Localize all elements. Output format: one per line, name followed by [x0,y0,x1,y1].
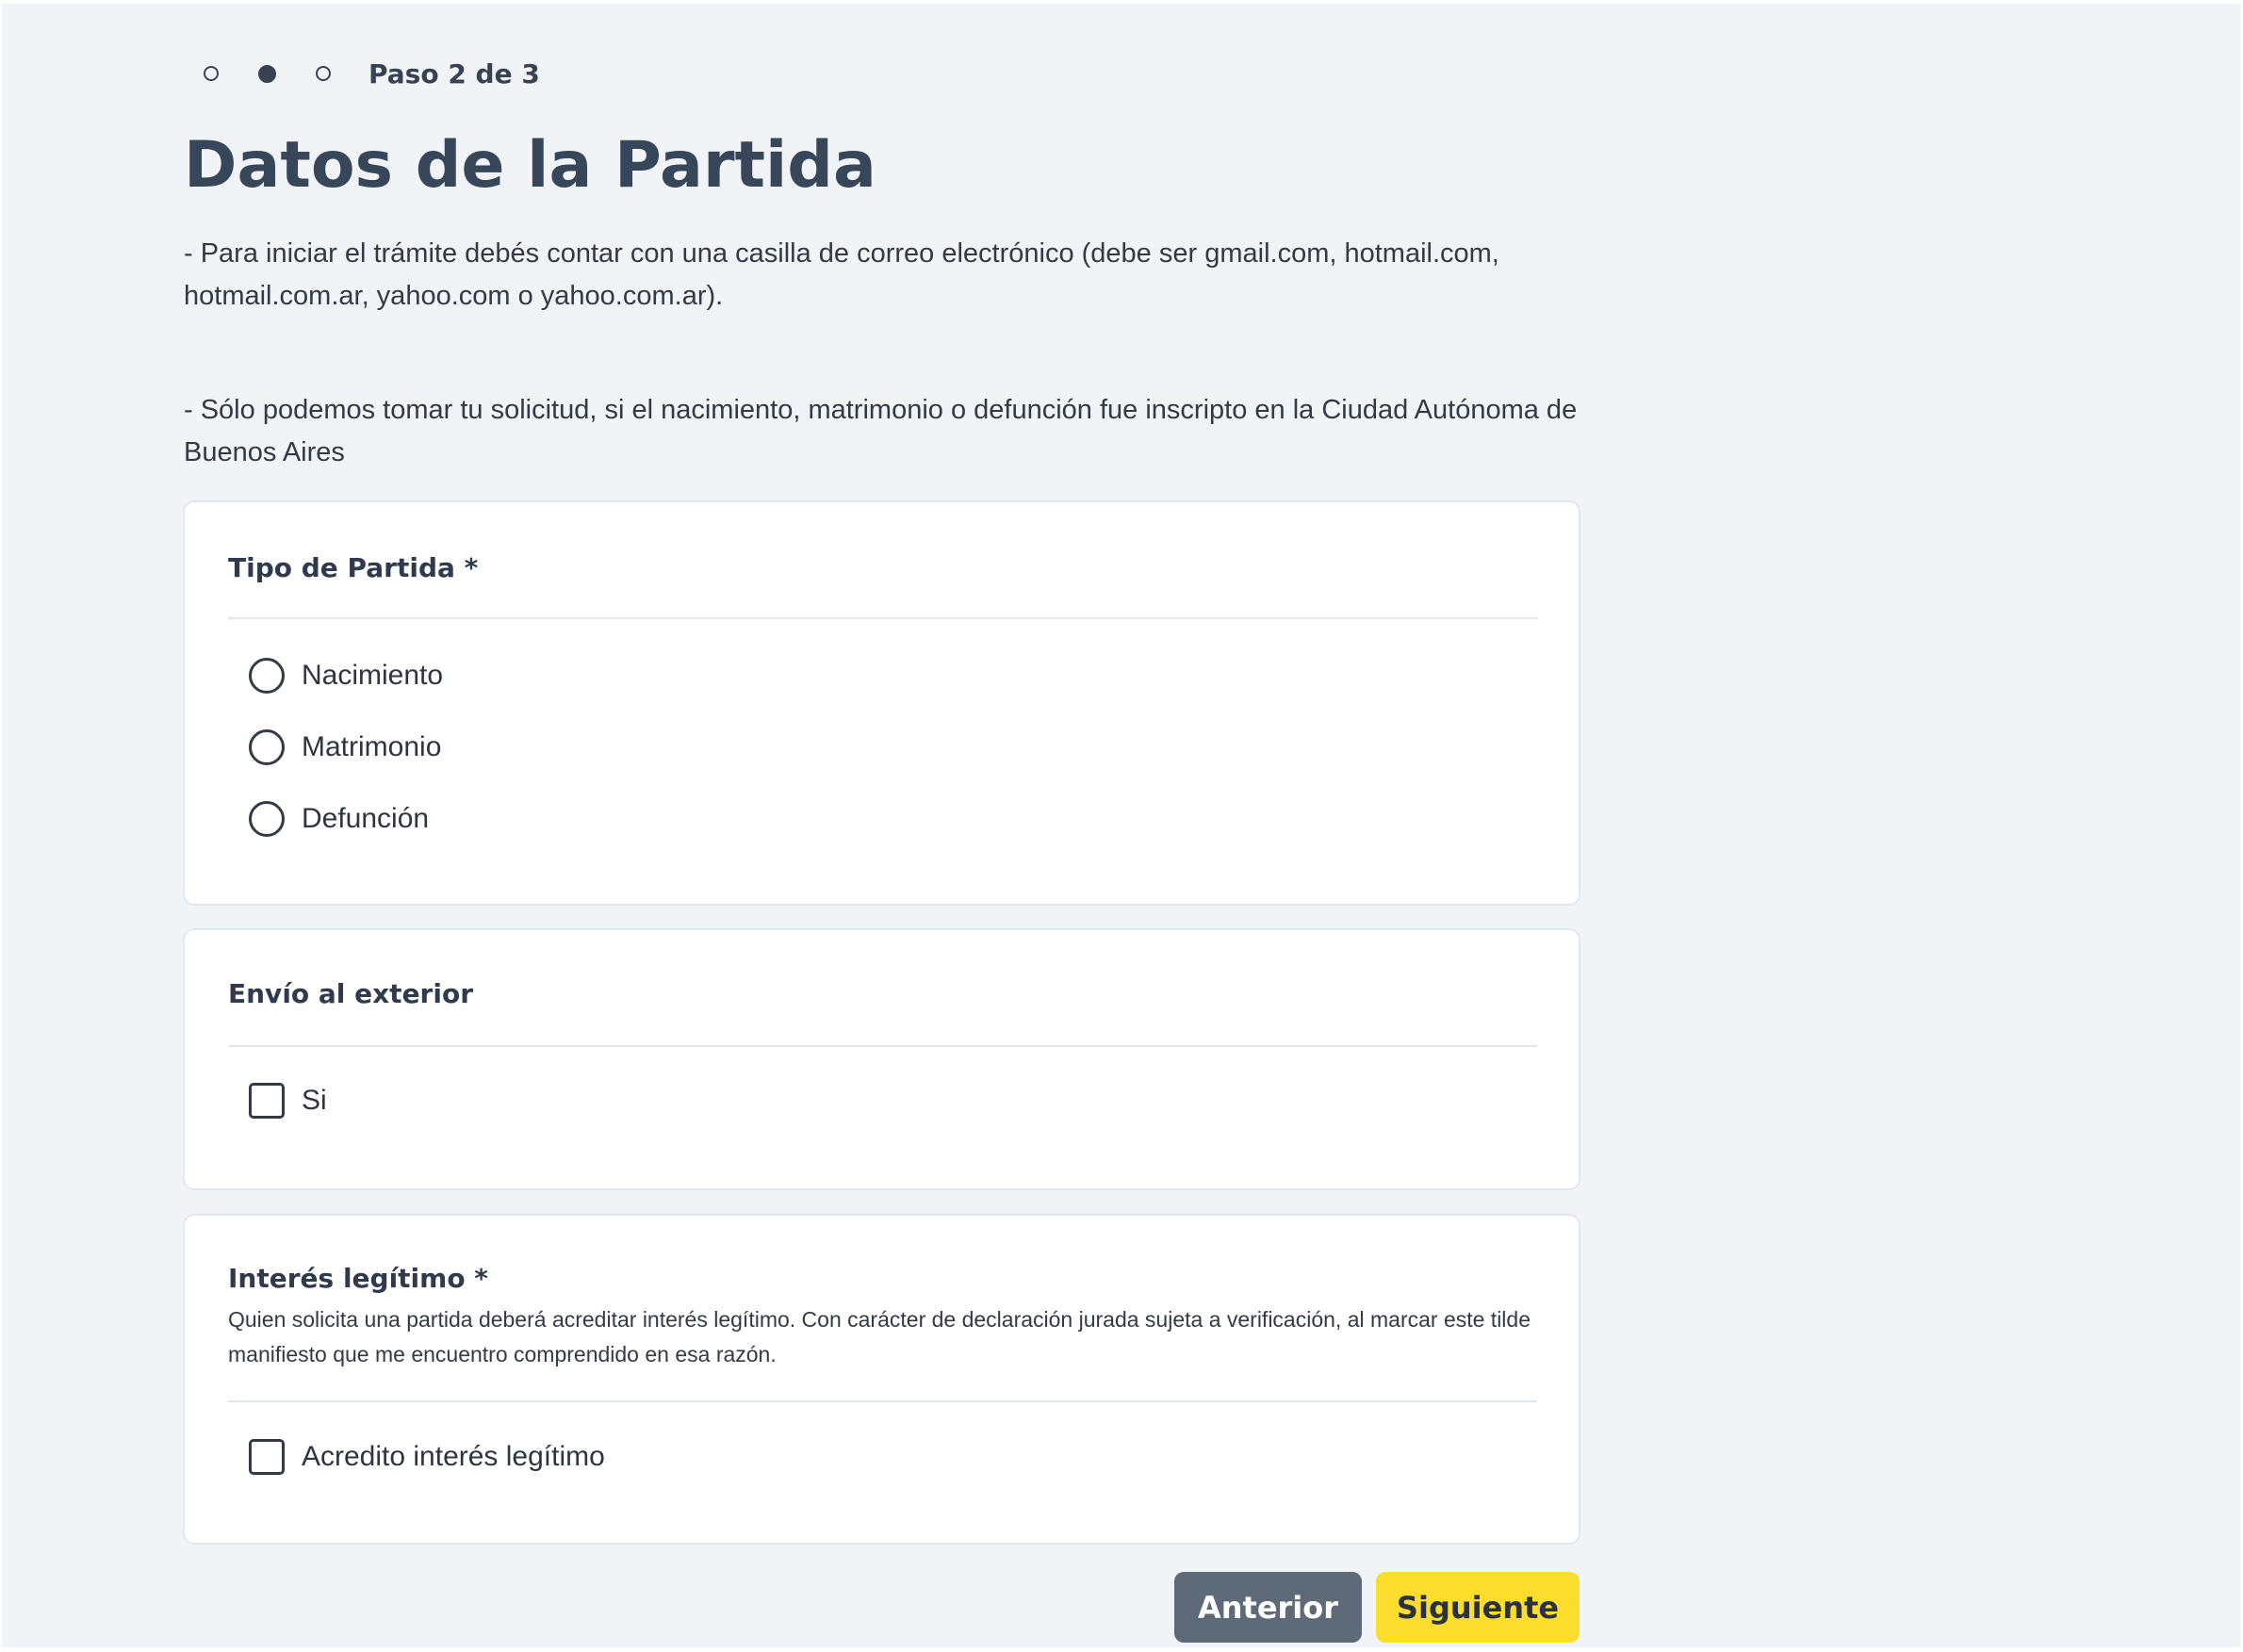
interes-legitimo-description: Quien solicita una partida deberá acredi… [228,1307,1531,1366]
checkbox-square-icon[interactable] [249,1439,285,1475]
radio-label-defuncion: Defunción [302,803,430,834]
step-1-dot-icon [204,66,219,81]
radio-circle-icon[interactable] [249,729,285,765]
radio-circle-icon[interactable] [249,658,285,694]
tipo-partida-title: Tipo de Partida * [228,552,479,583]
radio-option-defuncion[interactable]: Defunción [249,800,429,838]
radio-option-nacimiento[interactable]: Nacimiento [249,657,443,695]
checkbox-option-envio-exterior[interactable]: Si [249,1082,327,1120]
interes-legitimo-card: Interés legítimo * Quien solicita una pa… [183,1214,1580,1545]
previous-button[interactable]: Anterior [1174,1572,1362,1643]
envio-exterior-title: Envío al exterior [228,978,474,1009]
page-title: Datos de la Partida [184,128,876,203]
radio-option-matrimonio[interactable]: Matrimonio [249,728,441,766]
tipo-partida-card: Tipo de Partida * Nacimiento Matrimonio … [183,500,1580,906]
step-indicator: Paso 2 de 3 [204,53,540,94]
intro-email-requirement: - Para iniciar el trámite debés contar c… [184,238,1499,311]
radio-label-nacimiento: Nacimiento [302,660,444,691]
next-button[interactable]: Siguiente [1376,1572,1580,1643]
step-3-dot-icon [316,66,331,81]
intro-jurisdiction-note: - Sólo podemos tomar tu solicitud, si el… [184,395,1578,467]
interes-legitimo-divider [228,1400,1537,1402]
checkbox-label-si: Si [302,1085,327,1116]
radio-label-matrimonio: Matrimonio [302,731,442,762]
radio-circle-icon[interactable] [249,801,285,837]
envio-exterior-divider [228,1045,1537,1047]
envio-exterior-card: Envío al exterior Si [183,928,1580,1190]
page-frame: Paso 2 de 3 Datos de la Partida - Para i… [2,4,2241,1647]
checkbox-label-acredito: Acredito interés legítimo [302,1441,605,1472]
checkbox-square-icon[interactable] [249,1083,285,1119]
step-label: Paso 2 de 3 [368,57,540,90]
step-2-dot-icon [258,64,276,83]
interes-legitimo-title: Interés legítimo * [228,1263,488,1294]
checkbox-option-interes-legitimo[interactable]: Acredito interés legítimo [249,1438,605,1476]
tipo-partida-divider [228,617,1537,619]
